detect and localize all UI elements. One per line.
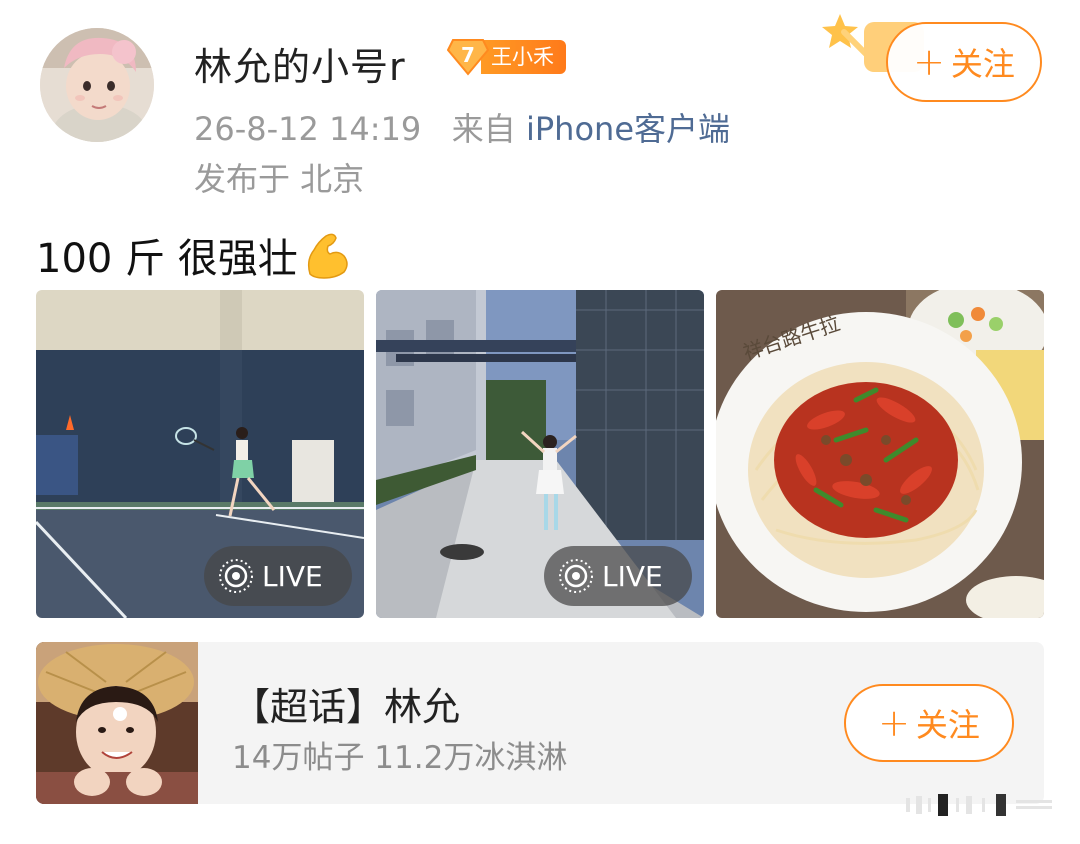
live-photo-badge[interactable]: LIVE xyxy=(544,546,692,606)
post-body: 100 斤 很强壮 xyxy=(36,236,298,282)
noodles-photo[interactable]: 祥台路牛拉 xyxy=(716,290,1044,618)
follow-label: 关注 xyxy=(915,706,980,744)
weibo-post-card: 林允的小号r 7 王小禾 26-8-12 14:19 来自 iPhone客户端 … xyxy=(0,0,1080,844)
timestamp: 26-8-12 14:19 xyxy=(194,110,422,148)
live-photo-icon xyxy=(219,559,253,593)
follow-user-button[interactable]: + 关注 xyxy=(886,22,1042,102)
live-label: LIVE xyxy=(262,559,323,593)
super-topic-card[interactable]: 【超话】林允 14万帖子 11.2万冰淇淋 + 关注 xyxy=(36,642,1044,804)
follow-topic-button[interactable]: + 关注 xyxy=(844,684,1014,762)
live-photo-badge[interactable]: LIVE xyxy=(204,546,352,606)
post-text: 100 斤 很强壮 xyxy=(36,226,350,284)
muscle-emoji-icon xyxy=(307,233,348,279)
topic-thumbnail[interactable] xyxy=(36,642,198,804)
post-location: 发布于 北京 xyxy=(194,160,365,198)
user-avatar[interactable] xyxy=(40,28,154,142)
alley-photo[interactable]: LIVE xyxy=(376,290,704,618)
badge-name: 王小禾 xyxy=(481,40,566,74)
member-badge[interactable]: 7 王小禾 xyxy=(446,38,566,76)
badge-level: 7 xyxy=(461,43,475,67)
post-meta: 26-8-12 14:19 来自 iPhone客户端 xyxy=(194,104,730,150)
topic-stats: 14万帖子 11.2万冰淇淋 xyxy=(232,740,568,776)
topic-title[interactable]: 【超话】林允 xyxy=(232,676,460,731)
tennis-court-photo[interactable]: LIVE xyxy=(36,290,364,618)
username[interactable]: 林允的小号r xyxy=(194,36,406,91)
watermark-icon xyxy=(906,794,1052,816)
source-prefix: 来自 xyxy=(451,110,516,148)
follow-label: 关注 xyxy=(950,45,1015,83)
source-link[interactable]: iPhone客户端 xyxy=(526,110,730,148)
plus-icon: + xyxy=(913,40,945,84)
diamond-level-icon: 7 xyxy=(446,38,490,76)
plus-icon: + xyxy=(878,701,910,745)
live-photo-icon xyxy=(559,559,593,593)
live-label: LIVE xyxy=(602,559,663,593)
